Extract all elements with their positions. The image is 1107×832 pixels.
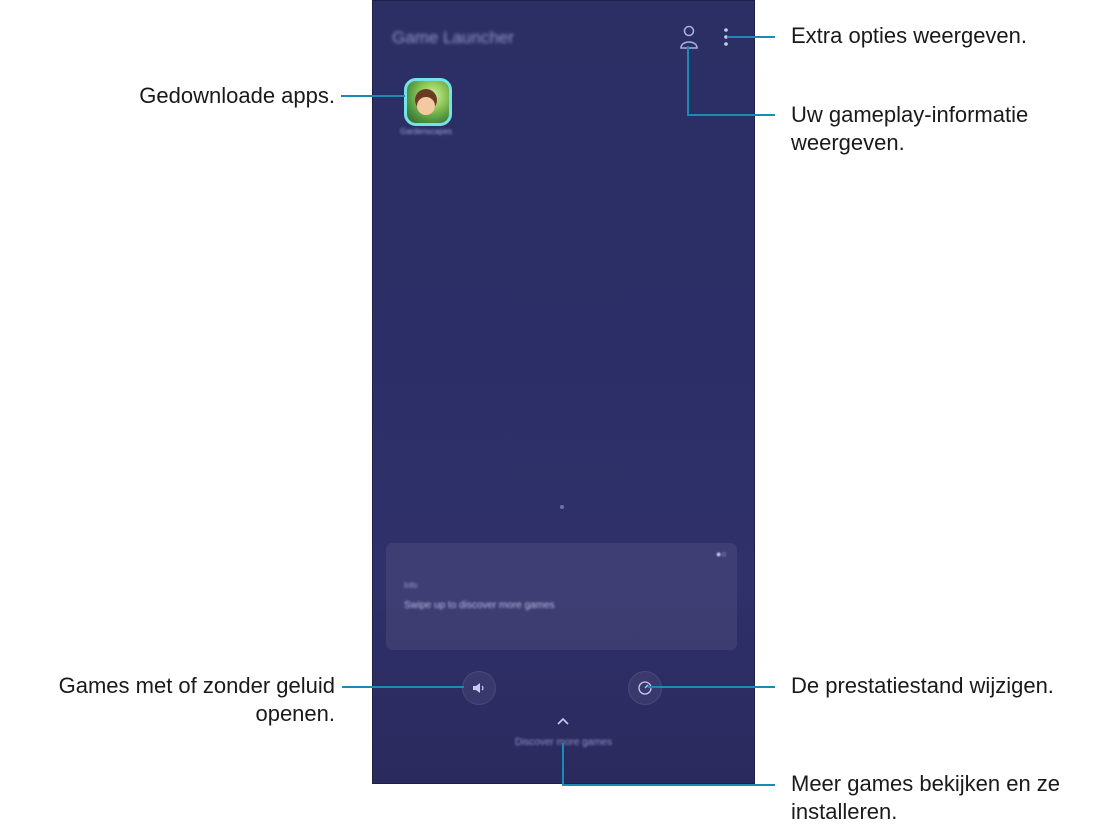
chevron-up-icon[interactable] — [556, 716, 570, 726]
callout-gameplay-line1: Uw gameplay-informatie — [791, 102, 1029, 127]
app-character-image — [417, 97, 435, 115]
downloaded-app-icon[interactable] — [404, 78, 452, 126]
speaker-icon — [473, 683, 484, 693]
page-indicator — [560, 505, 564, 509]
callout-gameplay-line2: weergeven. — [791, 130, 905, 155]
callout-line-sound — [342, 686, 464, 688]
callout-line-downloaded-apps — [341, 95, 405, 97]
callout-more-games-line2: installeren. — [791, 799, 898, 824]
callout-sound-line2: openen. — [255, 701, 335, 726]
callout-more-options-text: Extra opties weergeven. — [791, 23, 1028, 48]
sound-toggle-button[interactable] — [462, 671, 496, 705]
card-text: Swipe up to discover more games — [404, 600, 555, 611]
callout-more-options: Extra opties weergeven. — [791, 22, 1027, 50]
performance-mode-button[interactable] — [628, 671, 662, 705]
callout-line-more-options — [727, 36, 775, 38]
profile-icon[interactable] — [678, 24, 700, 50]
callout-performance-text: De prestatiestand wijzigen. — [791, 673, 1054, 698]
callout-line-discover-vertical — [562, 743, 564, 786]
callout-line-gameplay-vertical — [687, 46, 689, 116]
callout-downloaded-apps-text: Gedownloade apps. — [139, 83, 335, 108]
callout-downloaded-apps: Gedownloade apps. — [139, 82, 335, 110]
performance-mode-icon — [638, 681, 652, 695]
callout-more-games: Meer games bekijken en ze installeren. — [791, 770, 1060, 826]
callout-sound: Games met of zonder geluid openen. — [59, 672, 335, 728]
card-page-indicator: ●○ — [716, 549, 727, 559]
callout-gameplay-info: Uw gameplay-informatie weergeven. — [791, 101, 1028, 157]
callout-line-discover-horizontal — [562, 784, 775, 786]
callout-line-performance — [648, 686, 775, 688]
callout-line-gameplay-horizontal — [687, 114, 775, 116]
callout-more-games-line1: Meer games bekijken en ze — [791, 771, 1061, 796]
callout-sound-line1: Games met of zonder geluid — [58, 673, 335, 698]
card-label: Info — [404, 581, 418, 590]
app-title: Game Launcher — [392, 28, 514, 47]
info-card[interactable]: ●○ Info Swipe up to discover more games — [386, 543, 737, 650]
game-launcher-screen: Game Launcher Gardenscapes ●○ Info Swipe… — [372, 0, 755, 784]
callout-performance: De prestatiestand wijzigen. — [791, 672, 1054, 700]
downloaded-app-name: Gardenscapes — [399, 127, 453, 136]
